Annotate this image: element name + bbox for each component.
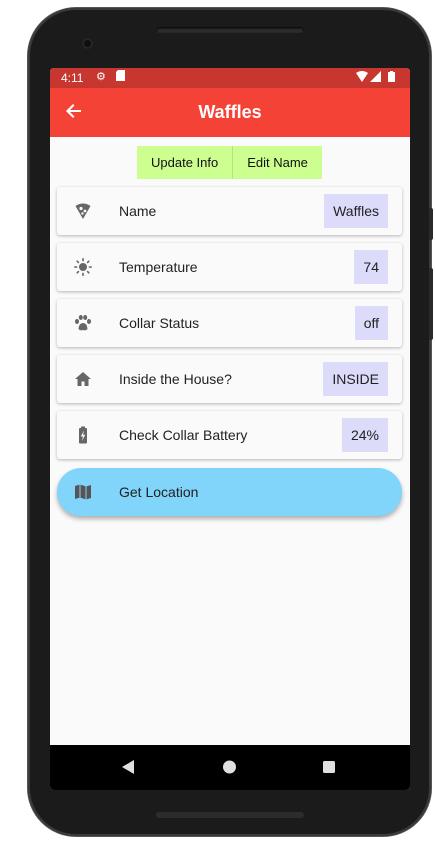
action-button-group: Update Info Edit Name xyxy=(137,146,322,179)
home-icon xyxy=(74,370,92,388)
row-value: 74 xyxy=(354,250,388,284)
power-button xyxy=(429,208,433,240)
row-value: off xyxy=(354,306,388,340)
row-label: Inside the House? xyxy=(119,371,232,387)
front-camera xyxy=(82,38,93,49)
battery-icon xyxy=(388,71,395,85)
settings-icon: ⚙ xyxy=(96,71,106,83)
row-label: Check Collar Battery xyxy=(119,427,248,443)
sd-card-icon xyxy=(116,70,125,84)
get-location-label: Get Location xyxy=(119,484,199,500)
status-time: 4:11 xyxy=(61,71,84,85)
list-item-inside-house[interactable]: Inside the House? INSIDE xyxy=(57,355,402,403)
row-value: INSIDE xyxy=(323,362,388,396)
get-location-button[interactable]: Get Location xyxy=(57,468,402,516)
wifi-icon xyxy=(356,71,368,85)
map-icon xyxy=(74,483,92,501)
row-label: Temperature xyxy=(119,259,198,275)
list-item-collar-status[interactable]: Collar Status off xyxy=(57,299,402,347)
sun-icon xyxy=(74,258,93,277)
recents-nav-icon[interactable] xyxy=(322,759,336,780)
signal-icon xyxy=(370,71,381,85)
list-item-temperature[interactable]: Temperature 74 xyxy=(57,243,402,291)
page-title: Waffles xyxy=(198,102,262,122)
row-label: Collar Status xyxy=(119,315,200,331)
home-nav-icon[interactable] xyxy=(222,759,237,780)
system-nav-bar xyxy=(50,745,410,790)
back-nav-icon[interactable] xyxy=(121,759,135,780)
pizza-icon xyxy=(74,202,92,220)
main-content: Update Info Edit Name Name Waffles Tempe… xyxy=(50,137,410,745)
app-bar: Waffles xyxy=(50,88,410,137)
edit-name-button[interactable]: Edit Name xyxy=(233,146,322,179)
list-item-collar-battery[interactable]: Check Collar Battery 24% xyxy=(57,411,402,459)
row-value: Waffles xyxy=(324,194,388,228)
bottom-speaker xyxy=(156,812,304,818)
list-item-name[interactable]: Name Waffles xyxy=(57,187,402,235)
volume-button xyxy=(429,268,433,340)
earpiece-speaker xyxy=(156,27,304,33)
screen: 4:11 ⚙ Waffles Update Info Edit Name Nam… xyxy=(50,68,410,790)
battery-charging-icon xyxy=(74,426,92,444)
update-info-button[interactable]: Update Info xyxy=(137,146,234,179)
status-bar: 4:11 ⚙ xyxy=(50,68,410,88)
paw-icon xyxy=(74,314,92,332)
row-label: Name xyxy=(119,203,157,219)
row-value: 24% xyxy=(341,418,388,452)
